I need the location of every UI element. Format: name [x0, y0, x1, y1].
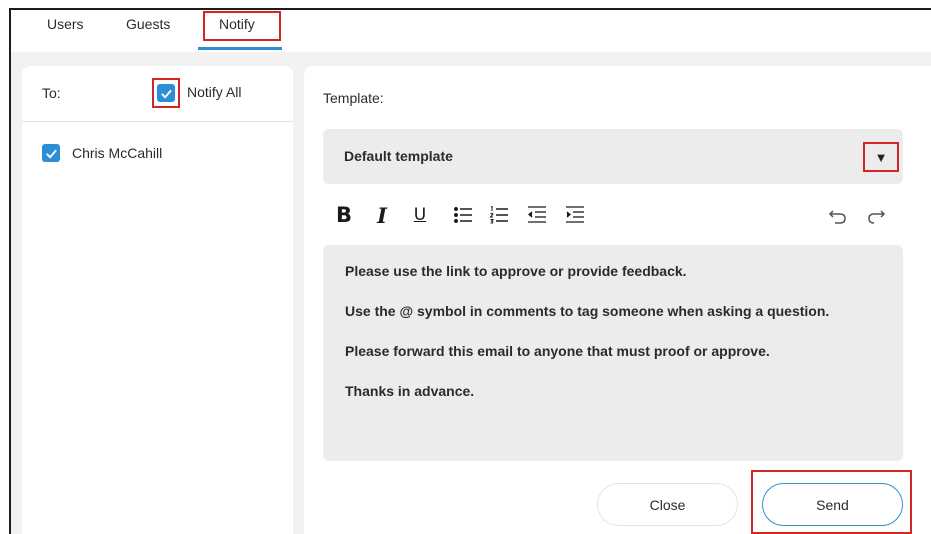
message-panel: Template: Default template ▼ B I U Pleas…	[304, 66, 931, 534]
redo-icon	[868, 210, 886, 224]
outdent-button[interactable]	[525, 200, 549, 230]
indent-icon	[566, 206, 584, 223]
template-label: Template:	[323, 90, 384, 106]
message-editor[interactable]: Please use the link to approve or provid…	[323, 245, 903, 461]
template-select[interactable]: Default template ▼	[323, 129, 903, 184]
message-paragraph: Please use the link to approve or provid…	[345, 263, 687, 279]
recipient-checkbox[interactable]	[42, 144, 60, 162]
formatting-toolbar: B I U	[323, 200, 903, 230]
to-row: To: Notify All	[22, 66, 293, 122]
recipient-name: Chris McCahill	[72, 145, 163, 161]
triangle-down-icon[interactable]: ▼	[863, 142, 899, 172]
send-button[interactable]: Send	[762, 483, 903, 526]
numbered-list-icon	[489, 205, 508, 224]
notify-all-label: Notify All	[187, 84, 242, 100]
recipients-panel: To: Notify All Chris McCahill	[22, 66, 293, 534]
tab-users[interactable]: Users	[47, 16, 84, 32]
bullet-list-button[interactable]	[451, 200, 475, 230]
tab-notify-highlight	[203, 11, 281, 41]
tab-bar: Users Guests Notify	[11, 10, 931, 52]
underline-button[interactable]: U	[409, 200, 431, 230]
tab-guests[interactable]: Guests	[126, 16, 170, 32]
undo-button[interactable]	[826, 200, 850, 230]
bullet-list-icon	[454, 207, 472, 223]
active-tab-indicator	[198, 47, 282, 50]
bold-button[interactable]: B	[333, 200, 355, 230]
to-label: To:	[42, 85, 61, 101]
checkmark-icon	[45, 149, 57, 159]
notify-all-checkbox[interactable]	[157, 84, 175, 102]
checkmark-icon	[160, 89, 172, 99]
close-button[interactable]: Close	[597, 483, 738, 526]
message-paragraph: Thanks in advance.	[345, 383, 475, 399]
outdent-icon	[527, 206, 546, 223]
italic-button[interactable]: I	[371, 200, 393, 230]
message-paragraph: Use the @ symbol in comments to tag some…	[345, 303, 830, 319]
message-paragraph: Please forward this email to anyone that…	[345, 343, 770, 359]
undo-icon	[828, 210, 846, 224]
numbered-list-button[interactable]	[487, 200, 511, 230]
redo-button[interactable]	[864, 200, 888, 230]
template-selected-value: Default template	[344, 148, 453, 164]
indent-button[interactable]	[563, 200, 587, 230]
